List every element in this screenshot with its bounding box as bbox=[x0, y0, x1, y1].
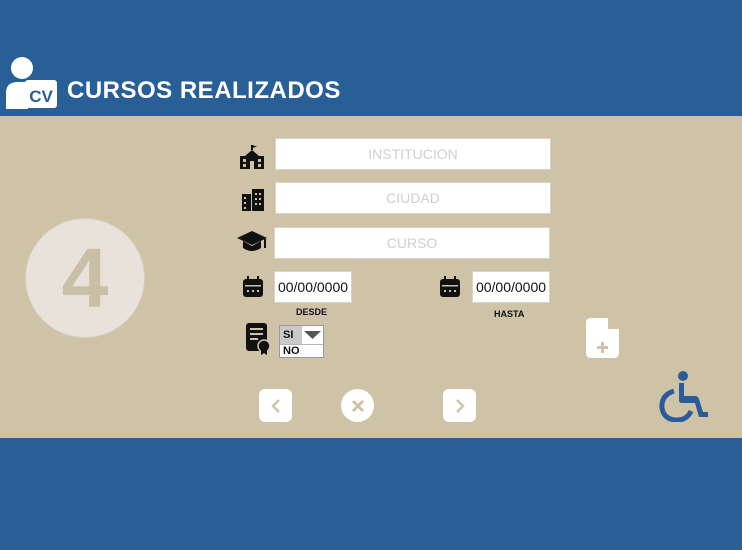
previous-button[interactable] bbox=[259, 389, 292, 422]
chevron-right-icon bbox=[455, 398, 465, 413]
step-number: 4 bbox=[61, 231, 109, 325]
cv-logo-icon: CV bbox=[6, 57, 57, 109]
file-plus-icon[interactable] bbox=[586, 318, 619, 358]
wheelchair-icon[interactable] bbox=[657, 370, 709, 422]
cancel-button[interactable] bbox=[341, 389, 374, 422]
curso-input[interactable] bbox=[274, 227, 550, 259]
institucion-input[interactable] bbox=[275, 138, 551, 170]
graduation-cap-icon bbox=[237, 231, 267, 251]
footer-bar bbox=[0, 438, 742, 550]
dropdown-arrow-icon[interactable] bbox=[302, 326, 323, 344]
hasta-date-input[interactable]: 00/00/0000 bbox=[472, 271, 550, 303]
desde-date-input[interactable]: 00/00/0000 bbox=[274, 271, 352, 303]
header-bar: CV CURSOS REALIZADOS bbox=[0, 0, 742, 116]
calendar-icon bbox=[243, 276, 263, 297]
calendar-icon bbox=[440, 276, 460, 297]
next-button[interactable] bbox=[443, 389, 476, 422]
close-icon bbox=[351, 399, 364, 412]
chevron-left-icon bbox=[270, 398, 280, 413]
ciudad-input[interactable] bbox=[275, 182, 551, 214]
select-option-no[interactable]: NO bbox=[280, 344, 323, 357]
certificate-icon bbox=[246, 323, 271, 355]
school-icon bbox=[240, 145, 264, 169]
page-title: CURSOS REALIZADOS bbox=[67, 77, 341, 104]
step-indicator: 4 bbox=[25, 218, 145, 338]
city-icon bbox=[242, 189, 264, 211]
svg-text:CV: CV bbox=[29, 87, 53, 106]
hasta-label: HASTA bbox=[494, 309, 525, 319]
certificado-select[interactable]: SI NO bbox=[279, 325, 324, 358]
select-selected-value[interactable]: SI bbox=[280, 326, 302, 344]
desde-label: DESDE bbox=[296, 307, 328, 317]
